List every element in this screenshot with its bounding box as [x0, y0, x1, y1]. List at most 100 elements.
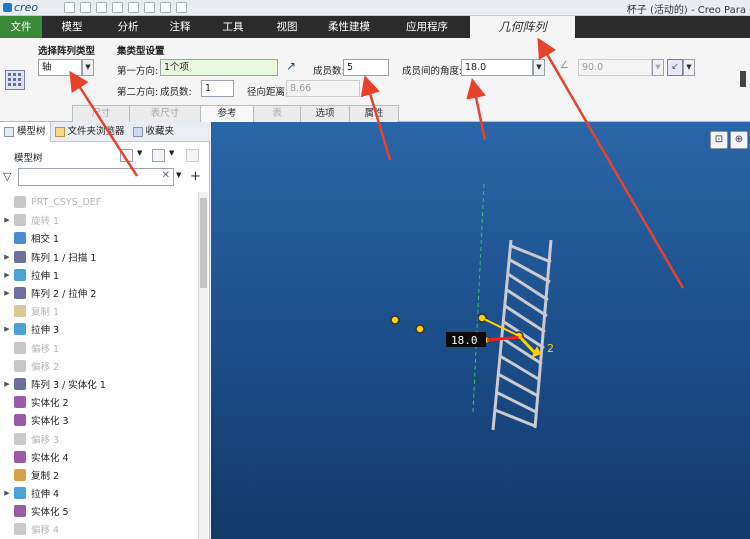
revolve-icon — [14, 214, 26, 227]
model-canvas: 18.0 2 — [390, 183, 554, 431]
tab-flexible-modeling[interactable]: 柔性建模 — [314, 16, 384, 38]
chevron-down-icon[interactable]: ▼ — [137, 149, 142, 157]
dir1-reference-field[interactable]: 1个项 — [160, 59, 278, 76]
tree-item[interactable]: 实体化 2 — [0, 393, 198, 411]
tab-table-dimensions[interactable]: 表尺寸 — [129, 105, 201, 122]
tab-folder-browser[interactable]: 文件夹浏览器 — [51, 122, 129, 142]
filter-icon[interactable]: ▽ — [3, 170, 14, 183]
tree-display-icon[interactable] — [186, 149, 199, 162]
radial-input[interactable]: 8.66 — [286, 80, 360, 97]
tab-properties[interactable]: 属性 — [349, 105, 399, 122]
save-icon[interactable] — [96, 2, 107, 13]
ribbon-tab-bar: 文件 模型 分析 注释 工具 视图 柔性建模 应用程序 几何阵列 — [0, 16, 750, 38]
angle-extent-input[interactable]: 90.0 — [578, 59, 652, 76]
chevron-down-icon[interactable]: ▼ — [82, 59, 94, 76]
tab-options[interactable]: 选项 — [300, 105, 350, 122]
tree-item[interactable]: ▶ 阵列 3 / 实体化 1 — [0, 375, 198, 393]
tree-item-label: 实体化 2 — [31, 398, 69, 410]
angle-direction-icon[interactable]: ↙ — [667, 59, 683, 76]
tab-geometry-pattern[interactable]: 几何阵列 — [470, 16, 575, 38]
new-file-icon[interactable] — [64, 2, 75, 13]
members-input[interactable]: 5 — [343, 59, 389, 76]
tree-item[interactable]: ▶ 拉伸 1 — [0, 266, 198, 284]
tree-item[interactable]: 实体化 4 — [0, 448, 198, 466]
tab-file[interactable]: 文件 — [0, 16, 42, 38]
expand-icon[interactable]: ▶ — [0, 380, 14, 388]
flip-direction-icon[interactable]: ↗ — [283, 59, 299, 75]
tree-item[interactable]: ▶ 阵列 2 / 拉伸 2 — [0, 284, 198, 302]
angle-label: 成员间的角度: — [402, 66, 463, 77]
tab-table[interactable]: 表 — [253, 105, 301, 122]
solidify-icon — [14, 505, 26, 518]
tree-item[interactable]: 实体化 3 — [0, 411, 198, 429]
undo-icon[interactable] — [112, 2, 123, 13]
solidify-icon — [14, 396, 26, 409]
tab-annotate[interactable]: 注释 — [154, 16, 206, 38]
tab-references[interactable]: 参考 — [200, 105, 254, 122]
tab-view[interactable]: 视图 — [260, 16, 314, 38]
regenerate-icon[interactable] — [144, 2, 155, 13]
members2-input[interactable]: 1 — [201, 80, 234, 97]
model-tree-panel: 模型树 文件夹浏览器 收藏夹 模型树 ▼ ▼ ▽ ✕ ▼ + PRT_CSYS_… — [0, 122, 210, 539]
tree-item[interactable]: ▶ 阵列 1 / 扫描 1 — [0, 248, 198, 266]
tree-scrollbar[interactable] — [198, 192, 208, 539]
ribbon-resize-handle[interactable] — [740, 71, 746, 87]
extrude-icon — [14, 487, 26, 500]
pattern-icon — [14, 287, 26, 300]
tab-dimensions[interactable]: 尺寸 — [72, 105, 130, 122]
tab-model-tree[interactable]: 模型树 — [0, 122, 51, 142]
tab-model[interactable]: 模型 — [42, 16, 102, 38]
tree-item-label: 实体化 5 — [31, 507, 69, 519]
tree-item[interactable]: ▶ 拉伸 4 — [0, 484, 198, 502]
tree-item[interactable]: 相交 1 — [0, 229, 198, 247]
angle-input[interactable]: 18.0 — [461, 59, 533, 76]
chevron-down-icon[interactable]: ▼ — [683, 59, 695, 76]
expand-icon[interactable]: ▶ — [0, 325, 14, 333]
tab-favorites[interactable]: 收藏夹 — [129, 122, 179, 142]
expand-icon[interactable]: ▶ — [0, 253, 14, 261]
angle-extent-icon[interactable]: ∠ — [560, 60, 574, 74]
tree-item[interactable]: ▶ 拉伸 3 — [0, 320, 198, 338]
tree-item[interactable]: 偏移 1 — [0, 339, 198, 357]
chevron-down-icon[interactable]: ▼ — [533, 59, 545, 76]
windows-icon[interactable] — [160, 2, 171, 13]
expand-icon[interactable]: ▶ — [0, 489, 14, 497]
add-icon[interactable]: + — [190, 169, 201, 184]
redo-icon[interactable] — [128, 2, 139, 13]
graphics-viewport[interactable]: ⊡ ⊕ 18.0 2 — [211, 122, 750, 539]
tree-scrollbar-thumb[interactable] — [200, 198, 207, 288]
tree-item[interactable]: 偏移 4 — [0, 520, 198, 538]
clear-search-icon[interactable]: ✕ — [162, 170, 170, 181]
offset-icon — [14, 432, 26, 445]
chevron-down-icon[interactable]: ▼ — [176, 171, 181, 179]
tab-applications[interactable]: 应用程序 — [384, 16, 470, 38]
tree-settings-icon[interactable] — [120, 149, 133, 162]
tree-item[interactable]: 偏移 3 — [0, 429, 198, 447]
tree-columns-icon[interactable] — [152, 149, 165, 162]
tab-analysis[interactable]: 分析 — [102, 16, 154, 38]
close-window-icon[interactable] — [176, 2, 187, 13]
tree-item[interactable]: 偏移 2 — [0, 357, 198, 375]
pattern-type-icon — [5, 70, 25, 90]
model-tree: PRT_CSYS_DEF ▶ 旋转 1 相交 1 ▶ 阵列 1 / 扫描 1 ▶ 拉伸 1 ▶ 阵… — [0, 193, 198, 539]
set-type-label: 集类型设置 — [117, 46, 165, 57]
csys-icon — [14, 196, 26, 209]
members-label: 成员数: — [313, 66, 345, 77]
tree-item-label: 偏移 1 — [31, 343, 60, 355]
chevron-down-icon[interactable]: ▼ — [652, 59, 664, 76]
tree-search-input[interactable]: ✕ — [18, 168, 174, 186]
expand-icon[interactable]: ▶ — [0, 289, 14, 297]
tab-tools[interactable]: 工具 — [206, 16, 260, 38]
tree-item[interactable]: PRT_CSYS_DEF — [0, 193, 198, 211]
open-file-icon[interactable] — [80, 2, 91, 13]
chevron-down-icon[interactable]: ▼ — [169, 149, 174, 157]
pattern-icon — [14, 377, 26, 390]
expand-icon[interactable]: ▶ — [0, 216, 14, 224]
expand-icon[interactable]: ▶ — [0, 271, 14, 279]
tree-item[interactable]: 复制 2 — [0, 466, 198, 484]
angle-tag[interactable]: 18.0 — [451, 334, 478, 347]
tree-item[interactable]: 实体化 5 — [0, 502, 198, 520]
tree-item[interactable]: 复制 1 — [0, 302, 198, 320]
pattern-type-select[interactable]: 轴 — [38, 59, 82, 76]
tree-item[interactable]: ▶ 旋转 1 — [0, 211, 198, 229]
